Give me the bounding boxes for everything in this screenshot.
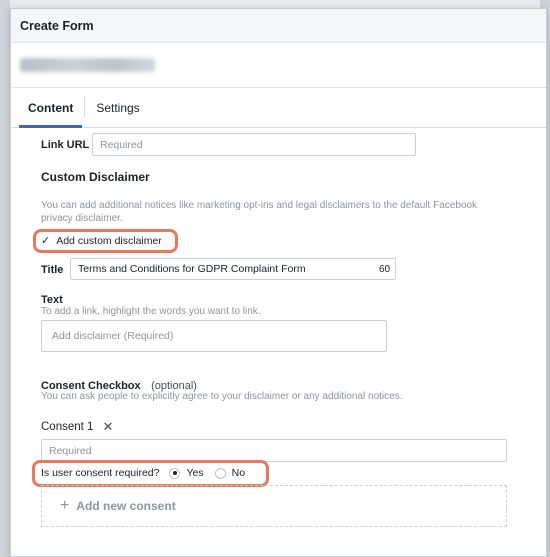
add-custom-disclaimer-checkbox[interactable]: ✓ Add custom disclaimer [41, 235, 162, 247]
tab-content[interactable]: Content [19, 88, 83, 128]
form-name-row [11, 43, 546, 88]
form-name-redacted[interactable] [20, 58, 155, 72]
tab-divider [84, 97, 86, 118]
checkmark-icon: ✓ [41, 234, 51, 247]
plus-icon: + [60, 497, 70, 514]
consent-1-header: Consent 1 ✕ [41, 419, 113, 435]
consent-required-no-radio[interactable] [214, 467, 226, 479]
consent-required-row: Is user consent required? Yes No [41, 467, 245, 479]
consent-1-input[interactable] [41, 439, 507, 462]
create-form-modal: Create Form Content Settings Link URL Cu… [10, 8, 547, 557]
custom-disclaimer-title: Custom Disclaimer [41, 170, 150, 184]
disclaimer-title-label: Title [41, 264, 64, 276]
disclaimer-text-input[interactable] [41, 320, 387, 352]
consent-required-yes-radio[interactable] [169, 467, 181, 479]
link-url-label: Link URL [41, 139, 90, 151]
consent-required-no-label[interactable]: No [232, 467, 245, 479]
add-custom-disclaimer-label: Add custom disclaimer [56, 235, 162, 247]
link-url-input[interactable] [92, 133, 416, 156]
consent-required-yes-label[interactable]: Yes [186, 467, 203, 479]
tab-settings[interactable]: Settings [87, 88, 148, 127]
add-new-consent-label: Add new consent [76, 499, 176, 513]
disclaimer-text-help: To add a link, highlight the words you w… [41, 306, 261, 317]
disclaimer-title-input[interactable] [70, 258, 396, 280]
remove-consent-1-close-icon[interactable]: ✕ [102, 419, 113, 435]
consent-checkbox-description: You can ask people to explicitly agree t… [41, 391, 403, 402]
consent-required-question: Is user consent required? [41, 467, 160, 479]
modal-header: Create Form [11, 9, 546, 43]
custom-disclaimer-description: You can add additional notices like mark… [41, 200, 478, 224]
add-new-consent-button[interactable]: + Add new consent [41, 485, 507, 527]
consent-1-label: Consent 1 [41, 421, 94, 433]
modal-title: Create Form [20, 18, 94, 33]
tab-bar: Content Settings [11, 88, 546, 128]
title-char-count: 60 [379, 264, 391, 275]
